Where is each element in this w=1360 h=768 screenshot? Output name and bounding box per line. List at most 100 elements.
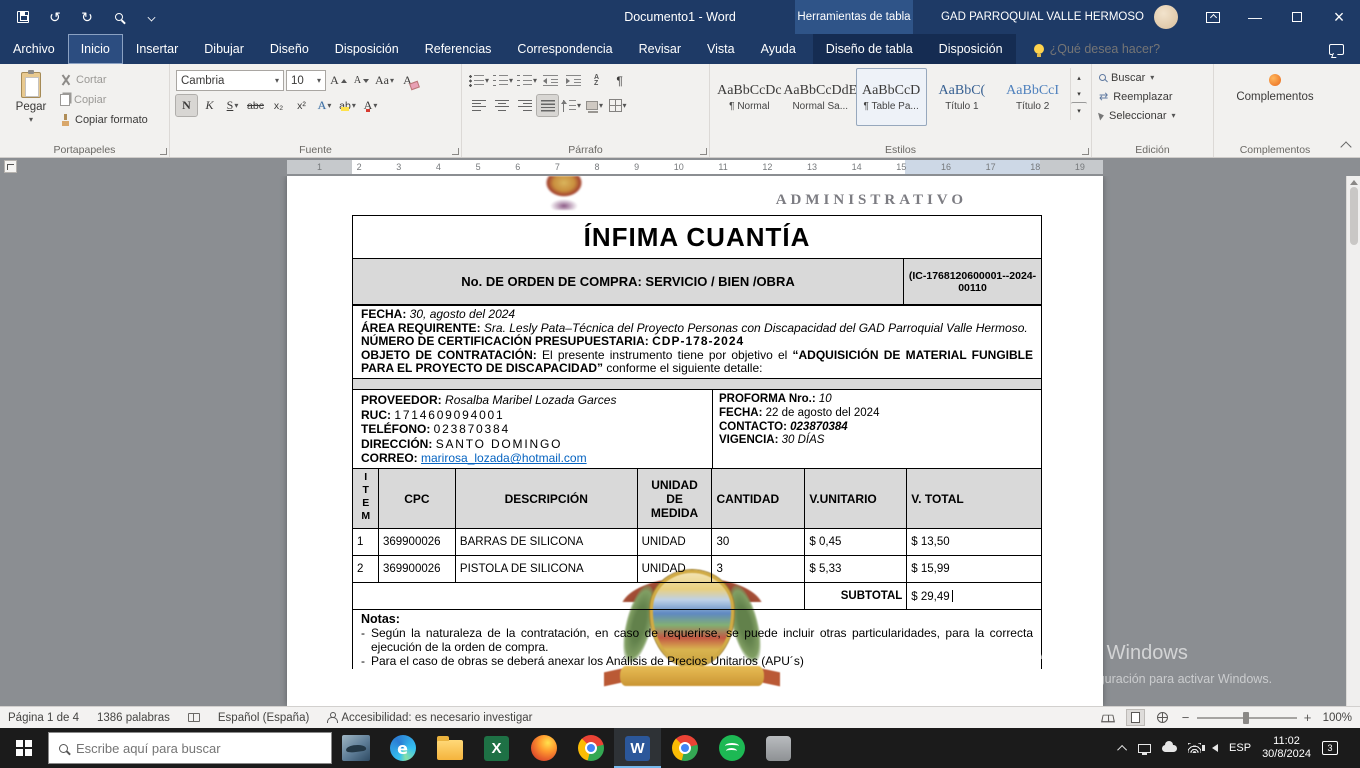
- sort-button[interactable]: AZ: [586, 70, 607, 91]
- paragraph-dialog-launcher[interactable]: [700, 148, 707, 155]
- scroll-up-icon[interactable]: [1350, 180, 1358, 185]
- tab-vista[interactable]: Vista: [694, 34, 748, 64]
- taskbar-app-spotify[interactable]: [708, 728, 755, 768]
- multilevel-list-button[interactable]: ▾: [516, 70, 538, 91]
- action-center-button[interactable]: 3: [1322, 741, 1338, 755]
- replace-button[interactable]: ⇄Reemplazar: [1096, 87, 1209, 106]
- preview-button[interactable]: [110, 8, 128, 26]
- tab-diseno-de-tabla[interactable]: Diseño de tabla: [813, 34, 926, 64]
- tab-diseno[interactable]: Diseño: [257, 34, 322, 64]
- document-page[interactable]: ADMINISTRATIVO ÍNFIMA CUANTÍA No. DE ORD…: [287, 176, 1103, 706]
- language-switcher[interactable]: ESP: [1229, 742, 1251, 754]
- tab-inicio[interactable]: Inicio: [68, 34, 123, 64]
- taskbar-app-gray[interactable]: [755, 728, 802, 768]
- select-button[interactable]: Seleccionar▾: [1096, 106, 1209, 125]
- style-titulo-1[interactable]: AaBbC( Título 1: [927, 68, 998, 126]
- tab-disposicion[interactable]: Disposición: [322, 34, 412, 64]
- styles-more-button[interactable]: ▾: [1071, 102, 1087, 118]
- display-tray-icon[interactable]: [1138, 744, 1151, 753]
- undo-button[interactable]: ↺: [46, 8, 64, 26]
- bullets-button[interactable]: ▾: [468, 70, 490, 91]
- taskbar-app-edge[interactable]: e: [379, 728, 426, 768]
- increase-indent-button[interactable]: [563, 70, 584, 91]
- onedrive-tray-icon[interactable]: [1162, 745, 1177, 752]
- copy-button[interactable]: Copiar: [58, 90, 150, 110]
- tab-disposicion-tabla[interactable]: Disposición: [926, 34, 1016, 64]
- tray-expand-button[interactable]: [1120, 745, 1127, 752]
- font-size-combo[interactable]: 10▾: [286, 70, 326, 91]
- subscript-button[interactable]: x₂: [268, 95, 289, 116]
- format-painter-button[interactable]: Copiar formato: [58, 110, 150, 130]
- close-button[interactable]: ×: [1318, 0, 1360, 34]
- proofing-status[interactable]: [188, 713, 200, 722]
- accessibility-status[interactable]: Accesibilidad: es necesario investigar: [327, 712, 532, 724]
- styles-scroll-up-button[interactable]: ▴: [1071, 70, 1087, 86]
- taskbar-app-excel[interactable]: X: [473, 728, 520, 768]
- style-normal[interactable]: AaBbCcDc ¶ Normal: [714, 68, 785, 126]
- tell-me-search[interactable]: [1034, 34, 1180, 64]
- tell-me-input[interactable]: [1050, 42, 1180, 56]
- maximize-button[interactable]: [1276, 0, 1318, 34]
- zoom-slider[interactable]: [1197, 717, 1297, 719]
- font-color-button[interactable]: A▾: [360, 95, 381, 116]
- bold-button[interactable]: N: [176, 95, 197, 116]
- tab-stop-selector[interactable]: [4, 160, 17, 173]
- table-row[interactable]: 2 369900026 PISTOLA DE SILICONA UNIDAD 3…: [353, 556, 1042, 583]
- taskbar-app-firefox[interactable]: [520, 728, 567, 768]
- taskbar-search[interactable]: [48, 732, 332, 764]
- vertical-scrollbar[interactable]: [1346, 176, 1360, 706]
- strikethrough-button[interactable]: abc: [245, 95, 266, 116]
- align-center-button[interactable]: [491, 95, 512, 116]
- highlight-button[interactable]: ab▾: [337, 95, 358, 116]
- styles-scroll-down-button[interactable]: ▾: [1071, 86, 1087, 102]
- search-input[interactable]: [76, 741, 296, 756]
- tab-referencias[interactable]: Referencias: [412, 34, 505, 64]
- addins-button[interactable]: Complementos: [1230, 68, 1320, 103]
- zoom-in-button[interactable]: +: [1303, 710, 1313, 725]
- tab-archivo[interactable]: Archivo: [0, 34, 68, 64]
- paste-button[interactable]: Pegar ▾: [4, 68, 58, 141]
- style-titulo-2[interactable]: AaBbCcI Título 2: [997, 68, 1068, 126]
- taskbar-app-chrome-2[interactable]: [661, 728, 708, 768]
- text-effects-button[interactable]: A▾: [314, 95, 335, 116]
- word-count[interactable]: 1386 palabras: [97, 712, 170, 724]
- subtotal-row[interactable]: SUBTOTAL $ 29,49: [353, 583, 1042, 610]
- zoom-slider-thumb[interactable]: [1243, 712, 1249, 724]
- comments-icon[interactable]: [1329, 44, 1344, 55]
- shrink-font-button[interactable]: A: [351, 70, 372, 91]
- grow-font-button[interactable]: A: [328, 70, 349, 91]
- taskbar-app-explorer[interactable]: [426, 728, 473, 768]
- align-left-button[interactable]: [468, 95, 489, 116]
- taskbar-app-chrome[interactable]: [567, 728, 614, 768]
- collapse-ribbon-button[interactable]: [1340, 141, 1351, 152]
- items-table[interactable]: ITEM CPC DESCRIPCIÓN UNIDAD DE MEDIDA CA…: [352, 468, 1042, 610]
- minimize-button[interactable]: —: [1234, 0, 1276, 34]
- justify-button[interactable]: [537, 95, 558, 116]
- underline-button[interactable]: S▾: [222, 95, 243, 116]
- save-button[interactable]: [14, 8, 32, 26]
- volume-tray-icon[interactable]: [1212, 744, 1218, 752]
- account-name[interactable]: GAD PARROQUIAL VALLE HERMOSO: [941, 11, 1144, 23]
- start-button[interactable]: [0, 728, 48, 768]
- borders-button[interactable]: ▾: [607, 95, 628, 116]
- clipboard-dialog-launcher[interactable]: [160, 148, 167, 155]
- scrollbar-thumb[interactable]: [1350, 187, 1358, 245]
- tab-revisar[interactable]: Revisar: [626, 34, 694, 64]
- align-right-button[interactable]: [514, 95, 535, 116]
- network-tray-icon[interactable]: [1188, 743, 1201, 753]
- email-link[interactable]: marirosa_lozada@hotmail.com: [421, 451, 587, 465]
- ribbon-display-options-button[interactable]: [1192, 0, 1234, 34]
- clear-formatting-button[interactable]: A: [397, 70, 418, 91]
- tab-dibujar[interactable]: Dibujar: [191, 34, 257, 64]
- customize-qat-button[interactable]: [142, 8, 160, 26]
- read-mode-button[interactable]: [1100, 710, 1117, 725]
- style-table-paragraph[interactable]: AaBbCcD ¶ Table Pa...: [856, 68, 927, 126]
- print-layout-button[interactable]: [1127, 710, 1144, 725]
- cut-button[interactable]: Cortar: [58, 70, 150, 90]
- shading-button[interactable]: ▾: [584, 95, 605, 116]
- font-dialog-launcher[interactable]: [452, 148, 459, 155]
- tab-insertar[interactable]: Insertar: [123, 34, 191, 64]
- taskbar-clock[interactable]: 11:02 30/8/2024: [1262, 735, 1311, 761]
- change-case-button[interactable]: Aa▾: [374, 70, 395, 91]
- avatar[interactable]: [1154, 5, 1178, 29]
